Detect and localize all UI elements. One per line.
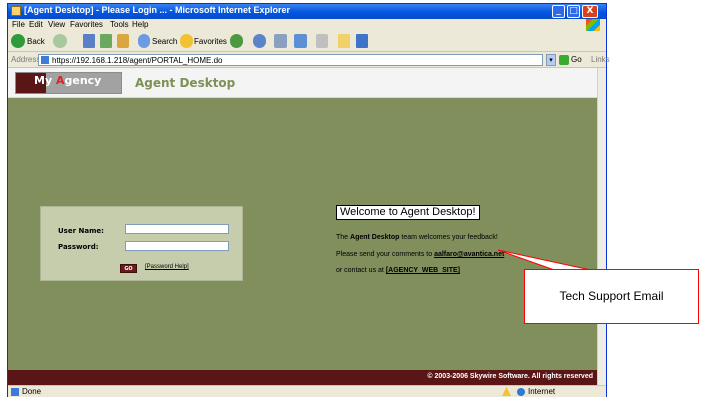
- callout-text: Tech Support Email: [559, 289, 664, 303]
- callout-pointer: [497, 249, 601, 273]
- callout-box: Tech Support Email: [524, 269, 699, 324]
